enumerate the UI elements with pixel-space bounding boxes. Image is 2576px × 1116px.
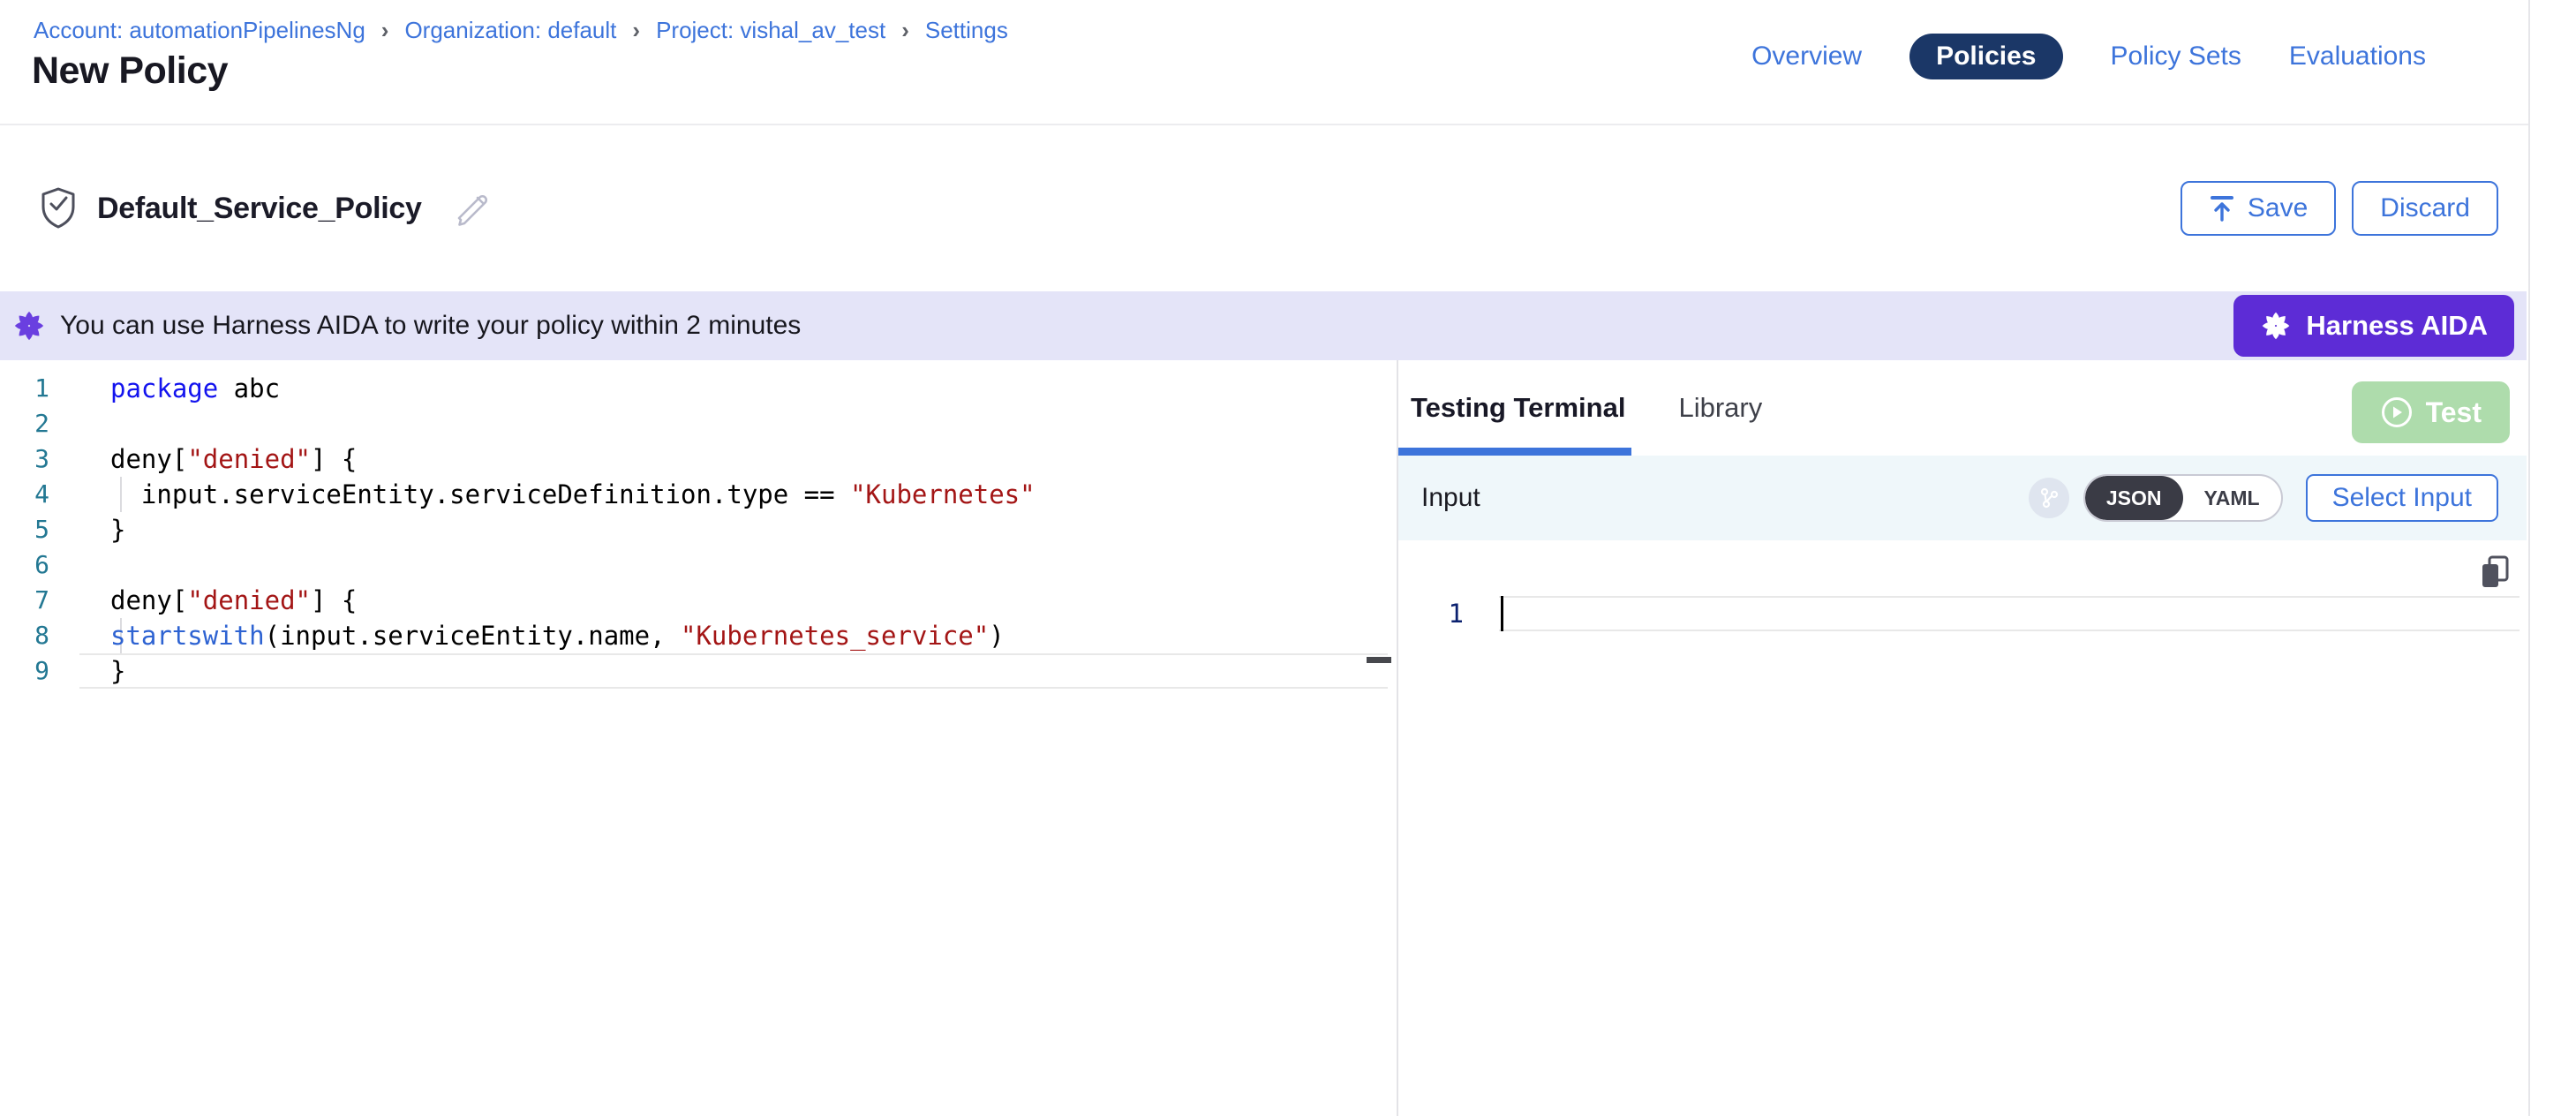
new-policy-page: Account: automationPipelinesNg › Organizat… (0, 0, 2576, 1116)
discard-label: Discard (2380, 193, 2470, 223)
code-line: 1package abc (0, 371, 1397, 406)
content: 1package abc23deny["denied"] {4 input.se… (0, 360, 2527, 1116)
line-number: 9 (0, 653, 79, 689)
code-line: 8startswith(input.serviceEntity.name, "K… (0, 618, 1397, 653)
git-branch-icon[interactable] (2029, 478, 2069, 518)
nav-tab-overview[interactable]: Overview (1751, 41, 1862, 72)
upload-icon (2209, 194, 2235, 222)
code-editor-lines: 1package abc23deny["denied"] {4 input.se… (0, 371, 1397, 689)
breadcrumb-item[interactable]: Account: automationPipelinesNg (34, 16, 365, 44)
line-number: 5 (0, 512, 79, 547)
code-line: 5} (0, 512, 1397, 547)
harness-aida-button[interactable]: Harness AIDA (2233, 295, 2514, 357)
line-number: 1 (0, 371, 79, 406)
format-toggle: JSON YAML (2083, 474, 2283, 522)
policy-title-bar: Default_Service_Policy Save Discard (0, 125, 2528, 291)
pencil-icon (452, 188, 493, 229)
aida-banner-text: You can use Harness AIDA to write your p… (60, 311, 801, 341)
code-line: 9} (0, 653, 1397, 689)
discard-button[interactable]: Discard (2352, 181, 2498, 236)
line-number: 3 (0, 441, 79, 477)
input-controls: JSON YAML Select Input (2029, 474, 2498, 522)
save-button[interactable]: Save (2181, 181, 2336, 236)
nav-tab-policy-sets[interactable]: Policy Sets (2111, 41, 2241, 72)
line-content (79, 406, 110, 441)
title-actions: Save Discard (2181, 181, 2498, 236)
input-current-line-highlight (1499, 596, 2520, 631)
aida-banner: You can use Harness AIDA to write your p… (0, 291, 2527, 360)
line-content: package abc (79, 371, 280, 406)
copy-icon[interactable] (2479, 554, 2511, 590)
tab-library[interactable]: Library (1678, 392, 1762, 424)
text-cursor (1501, 596, 1503, 631)
code-line: 7deny["denied"] { (0, 583, 1397, 618)
toggle-json[interactable]: JSON (2085, 476, 2183, 520)
aida-button-label: Harness AIDA (2306, 310, 2488, 342)
line-content (79, 547, 110, 583)
terminal-tabs: Testing Terminal Library Test (1398, 360, 2527, 456)
line-content: deny["denied"] { (79, 583, 357, 618)
line-content: deny["denied"] { (79, 441, 357, 477)
play-icon (2380, 396, 2414, 429)
edit-name-button[interactable] (452, 188, 493, 229)
policy-code-editor[interactable]: 1package abc23deny["denied"] {4 input.se… (0, 360, 1398, 1116)
select-input-button[interactable]: Select Input (2306, 474, 2498, 522)
aida-flower-icon-white (2260, 310, 2292, 342)
test-button-label: Test (2426, 396, 2482, 429)
testing-terminal-panel: Testing Terminal Library Test Input (1398, 360, 2527, 1116)
active-tab-underline (1398, 448, 1631, 456)
breadcrumb-item[interactable]: Organization: default (404, 16, 616, 44)
breadcrumb-separator-icon: › (381, 16, 389, 44)
line-content: startswith(input.serviceEntity.name, "Ku… (79, 618, 1005, 653)
breadcrumb-separator-icon: › (632, 16, 640, 44)
breadcrumb-item[interactable]: Project: vishal_av_test (656, 16, 885, 44)
breadcrumb: Account: automationPipelinesNg › Organizat… (34, 16, 1008, 44)
breadcrumb-item[interactable]: Settings (925, 16, 1008, 44)
line-number: 8 (0, 618, 79, 653)
shield-check-icon (39, 186, 78, 230)
nav-tab-evaluations[interactable]: Evaluations (2289, 41, 2426, 72)
line-number: 4 (0, 477, 79, 512)
toggle-yaml[interactable]: YAML (2183, 476, 2281, 520)
page-right-border (2528, 0, 2530, 1116)
page-title: New Policy (32, 49, 228, 93)
line-content: input.serviceEntity.serviceDefinition.ty… (79, 477, 1036, 512)
code-line: 2 (0, 406, 1397, 441)
code-line: 4 input.serviceEntity.serviceDefinition.… (0, 477, 1397, 512)
aida-flower-icon (12, 309, 46, 343)
line-content: } (79, 653, 125, 689)
input-header-row: Input JSON YAML Select Inpu (1398, 456, 2527, 540)
header: Account: automationPipelinesNg › Organizat… (0, 0, 2528, 125)
code-line: 3deny["denied"] { (0, 441, 1397, 477)
line-number: 2 (0, 406, 79, 441)
line-number: 7 (0, 583, 79, 618)
input-editor[interactable]: 1 (1398, 540, 2527, 1116)
policy-name: Default_Service_Policy (97, 192, 422, 226)
line-number: 6 (0, 547, 79, 583)
line-content: } (79, 512, 125, 547)
breadcrumb-separator-icon: › (901, 16, 909, 44)
input-label: Input (1421, 483, 1480, 513)
input-line-number: 1 (1398, 596, 1499, 631)
tab-testing-terminal[interactable]: Testing Terminal (1411, 392, 1625, 424)
save-label: Save (2248, 193, 2308, 223)
nav-tabs: Overview Policies Policy Sets Evaluations (1751, 32, 2426, 81)
overview-ruler-cursor-marker (1367, 657, 1391, 663)
code-line: 6 (0, 547, 1397, 583)
nav-tab-policies[interactable]: Policies (1909, 34, 2062, 79)
test-button[interactable]: Test (2352, 381, 2510, 443)
